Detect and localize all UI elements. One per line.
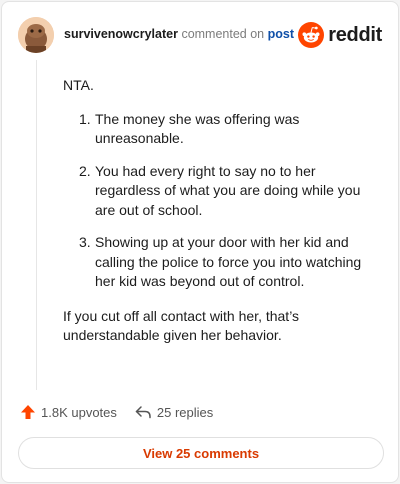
comment-body: NTA. 1. The money she was offering was u… [63,76,383,346]
reddit-snoo-icon [298,22,325,48]
reddit-logo[interactable]: reddit [298,22,382,48]
list-item: 2. You had every right to say no to her … [63,162,383,221]
comment-outro: If you cut off all contact with her, tha… [63,307,300,344]
reply-arrow-icon [135,406,151,419]
upvote-button[interactable]: 1.8K upvotes [20,404,117,420]
comment-header: survivenowcrylater commented on post red… [18,16,382,54]
list-item-text: Showing up at your door with her kid and… [95,234,362,289]
comment-intro: NTA. [63,77,94,93]
thread-line[interactable] [36,60,37,390]
list-item: 3. Showing up at your door with her kid … [63,233,383,292]
post-link[interactable]: post [268,27,294,41]
username-link[interactable]: survivenowcrylater [64,27,178,41]
arrow-up-icon [21,405,35,419]
list-item-text: You had every right to say no to her reg… [95,162,361,218]
comment-list: 1. The money she was offering was unreas… [63,110,383,292]
list-number: 3. [79,234,91,250]
list-item-text: The money she was offering was unreasona… [95,110,300,147]
comment-actions: 1.8K upvotes 25 replies [20,402,213,422]
user-avatar[interactable] [18,17,54,53]
list-number: 2. [79,162,91,179]
replies-button[interactable]: 25 replies [135,404,213,420]
view-comments-button[interactable]: View 25 comments [18,437,384,469]
brand-wordmark: reddit [328,23,382,46]
list-number: 1. [79,110,91,127]
reply-count: 25 replies [156,404,214,420]
comment-card: survivenowcrylater commented on post red… [1,1,399,483]
list-item: 1. The money she was offering was unreas… [63,110,383,149]
upvote-count: 1.8K upvotes [41,404,117,420]
avatar-image [18,17,54,53]
commented-on-text: commented on [181,27,265,41]
comment-byline: survivenowcrylater commented on post [64,27,294,41]
